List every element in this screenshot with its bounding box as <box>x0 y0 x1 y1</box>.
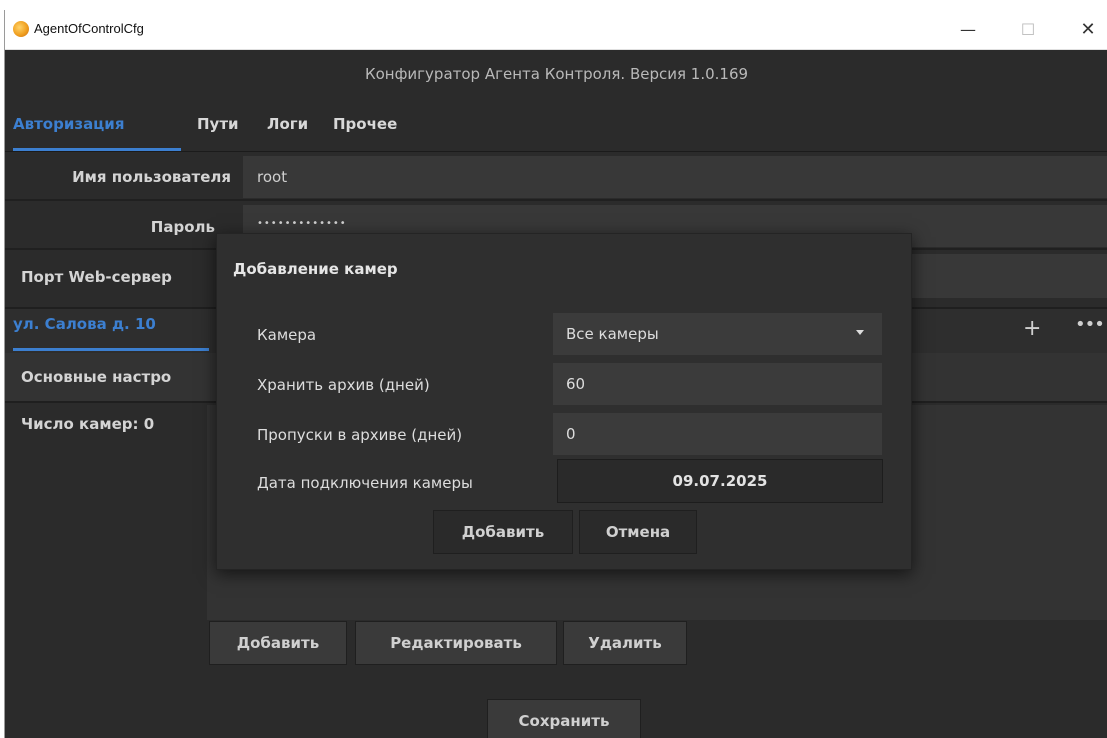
add-camera-button[interactable]: Добавить <box>209 621 347 665</box>
delete-camera-button[interactable]: Удалить <box>563 621 687 665</box>
group-tab-indicator <box>13 348 209 351</box>
archive-gaps-label: Пропуски в архиве (дней) <box>257 426 463 444</box>
save-button[interactable]: Сохранить <box>487 699 641 738</box>
camera-select[interactable]: Все камеры <box>553 313 882 355</box>
page-title: Конфигуратор Агента Контроля. Версия 1.0… <box>364 65 749 83</box>
port-label: Порт Web-сервер <box>21 268 172 286</box>
connect-date-field[interactable]: 09.07.2025 <box>557 459 883 503</box>
more-icon[interactable]: ••• <box>1075 314 1105 335</box>
archive-days-label: Хранить архив (дней) <box>257 376 430 394</box>
archive-gaps-input[interactable]: 0 <box>553 413 882 455</box>
edit-camera-button[interactable]: Редактировать <box>355 621 557 665</box>
maximize-icon[interactable]: ☐ <box>1005 10 1051 49</box>
username-field[interactable]: root <box>243 156 1107 198</box>
dialog-cancel-button[interactable]: Отмена <box>579 510 697 554</box>
app-window: AgentOfControlCfg — ☐ ✕ Конфигуратор Аге… <box>4 10 1107 738</box>
archive-days-input[interactable]: 60 <box>553 363 882 405</box>
username-label: Имя пользователя <box>72 168 231 186</box>
camera-count: Число камер: 0 <box>21 415 155 433</box>
tab-authorization[interactable]: Авторизация <box>13 115 124 133</box>
connect-date-label: Дата подключения камеры <box>257 474 473 492</box>
tab-logs[interactable]: Логи <box>267 115 308 133</box>
chevron-down-icon <box>856 330 864 335</box>
minimize-icon[interactable]: — <box>945 10 991 49</box>
browser-doc-strip <box>0 0 1107 10</box>
title-bar: AgentOfControlCfg — ☐ ✕ <box>5 10 1107 50</box>
dialog-add-button[interactable]: Добавить <box>433 510 573 554</box>
group-tab[interactable]: ул. Салова д. 10 <box>13 315 156 333</box>
tab-main-settings[interactable]: Основные настро <box>21 368 171 386</box>
tab-paths[interactable]: Пути <box>197 115 239 133</box>
camera-select-value: Все камеры <box>566 325 659 343</box>
dialog-title: Добавление камер <box>233 260 398 278</box>
row-divider <box>5 199 1107 201</box>
add-cameras-dialog: Добавление камер Камера Все камеры Храни… <box>216 233 912 570</box>
window-title: AgentOfControlCfg <box>34 21 144 36</box>
app-icon <box>13 21 29 37</box>
password-label: Пароль <box>150 218 215 236</box>
plus-icon[interactable]: + <box>1023 316 1041 341</box>
close-icon[interactable]: ✕ <box>1065 10 1107 49</box>
camera-label: Камера <box>257 326 317 344</box>
tab-other[interactable]: Прочее <box>333 115 397 133</box>
tab-divider <box>5 151 1107 152</box>
